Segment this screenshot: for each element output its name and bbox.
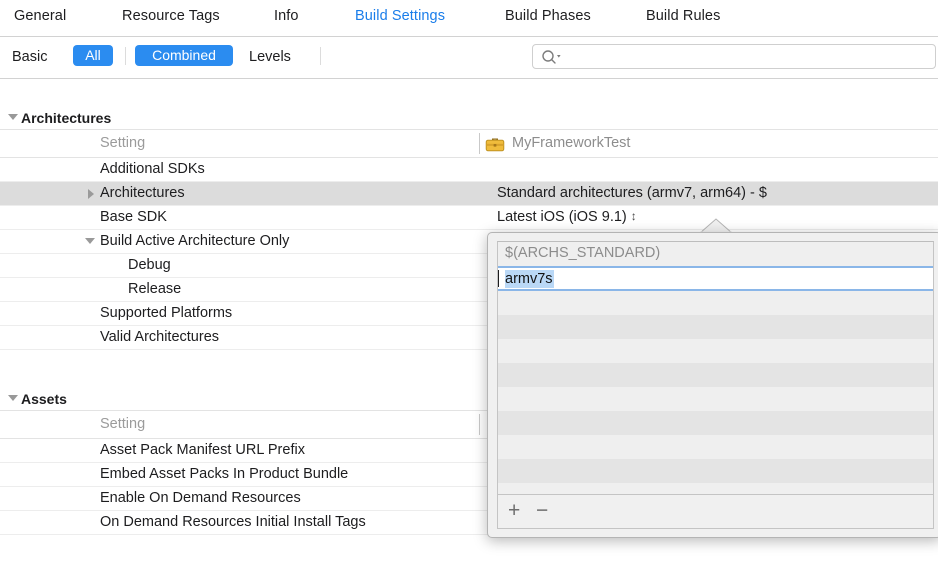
setting-name: Additional SDKs (100, 161, 205, 177)
column-header-target: MyFrameworkTest (512, 135, 630, 151)
setting-row-architectures[interactable]: Architectures Standard architectures (ar… (0, 182, 938, 206)
tab-info[interactable]: Info (274, 8, 299, 24)
disclosure-triangle-closed-icon[interactable] (88, 189, 94, 199)
setting-name: Build Active Architecture Only (100, 233, 289, 249)
setting-name: Debug (128, 257, 171, 273)
search-input[interactable] (532, 44, 936, 69)
setting-name: Asset Pack Manifest URL Prefix (100, 442, 305, 458)
search-icon (540, 49, 566, 65)
list-item[interactable] (498, 435, 933, 459)
architectures-value-popover[interactable]: $(ARCHS_STANDARD) armv7s + − (487, 232, 938, 538)
filter-segment-divider-2 (320, 47, 321, 65)
tab-resource-tags[interactable]: Resource Tags (122, 8, 220, 24)
text-caret (498, 270, 499, 287)
tab-build-rules[interactable]: Build Rules (646, 8, 720, 24)
disclosure-triangle-open-icon[interactable] (8, 114, 18, 120)
group-header-architectures[interactable]: Architectures (0, 107, 938, 130)
list-item[interactable] (498, 363, 933, 387)
setting-value[interactable]: Standard architectures (armv7, arm64) - … (497, 185, 767, 201)
filter-segment-divider-1 (125, 47, 126, 65)
filter-basic-button[interactable]: Basic (12, 49, 47, 65)
tab-general[interactable]: General (14, 8, 66, 24)
setting-name: Release (128, 281, 181, 297)
setting-name: Valid Architectures (100, 329, 219, 345)
architecture-value-edit-field[interactable]: armv7s (498, 266, 933, 291)
setting-row-base-sdk[interactable]: Base SDK Latest iOS (iOS 9.1) ↕ (0, 206, 938, 230)
add-architecture-button[interactable]: + (508, 499, 520, 523)
popover-arrow (700, 218, 732, 233)
column-header-setting: Setting (100, 135, 145, 151)
edit-field-text: armv7s (505, 270, 554, 288)
filter-all-button[interactable]: All (73, 45, 113, 66)
popover-footer: + − (497, 495, 934, 529)
filter-levels-button[interactable]: Levels (249, 49, 291, 65)
editor-tab-bar: General Resource Tags Info Build Setting… (0, 0, 938, 37)
list-item[interactable] (498, 459, 933, 483)
list-item[interactable] (498, 387, 933, 411)
group-title: Assets (21, 391, 67, 407)
setting-name: Supported Platforms (100, 305, 232, 321)
list-item[interactable] (498, 315, 933, 339)
disclosure-triangle-open-icon[interactable] (8, 395, 18, 401)
disclosure-triangle-open-icon[interactable] (85, 238, 95, 244)
remove-architecture-button[interactable]: − (536, 499, 548, 523)
setting-value[interactable]: Latest iOS (iOS 9.1) ↕ (497, 209, 637, 225)
list-item-archs-standard[interactable]: $(ARCHS_STANDARD) (498, 242, 933, 266)
tab-build-phases[interactable]: Build Phases (505, 8, 591, 24)
list-item[interactable] (498, 483, 933, 495)
architectures-value-list[interactable]: $(ARCHS_STANDARD) armv7s (497, 241, 934, 495)
list-item[interactable] (498, 339, 933, 363)
column-header-setting: Setting (100, 416, 145, 432)
list-item-label: $(ARCHS_STANDARD) (505, 245, 660, 261)
tab-build-settings[interactable]: Build Settings (355, 8, 445, 24)
setting-value-text: Latest iOS (iOS 9.1) (497, 209, 627, 225)
briefcase-icon (485, 136, 505, 153)
list-item[interactable] (498, 291, 933, 315)
group-title: Architectures (21, 110, 111, 126)
column-divider[interactable] (479, 414, 480, 435)
setting-name: Embed Asset Packs In Product Bundle (100, 466, 348, 482)
setting-name: Base SDK (100, 209, 167, 225)
column-divider[interactable] (479, 133, 480, 154)
setting-name: On Demand Resources Initial Install Tags (100, 514, 366, 530)
setting-name: Enable On Demand Resources (100, 490, 301, 506)
setting-name: Architectures (100, 185, 185, 201)
setting-row-additional-sdks[interactable]: Additional SDKs (0, 158, 938, 182)
stepper-icon[interactable]: ↕ (631, 209, 637, 223)
xcode-build-settings-pane: General Resource Tags Info Build Setting… (0, 0, 938, 562)
column-header-row-architectures: Setting MyFrameworkTest (0, 130, 938, 158)
filter-combined-button[interactable]: Combined (135, 45, 233, 66)
list-item[interactable] (498, 411, 933, 435)
